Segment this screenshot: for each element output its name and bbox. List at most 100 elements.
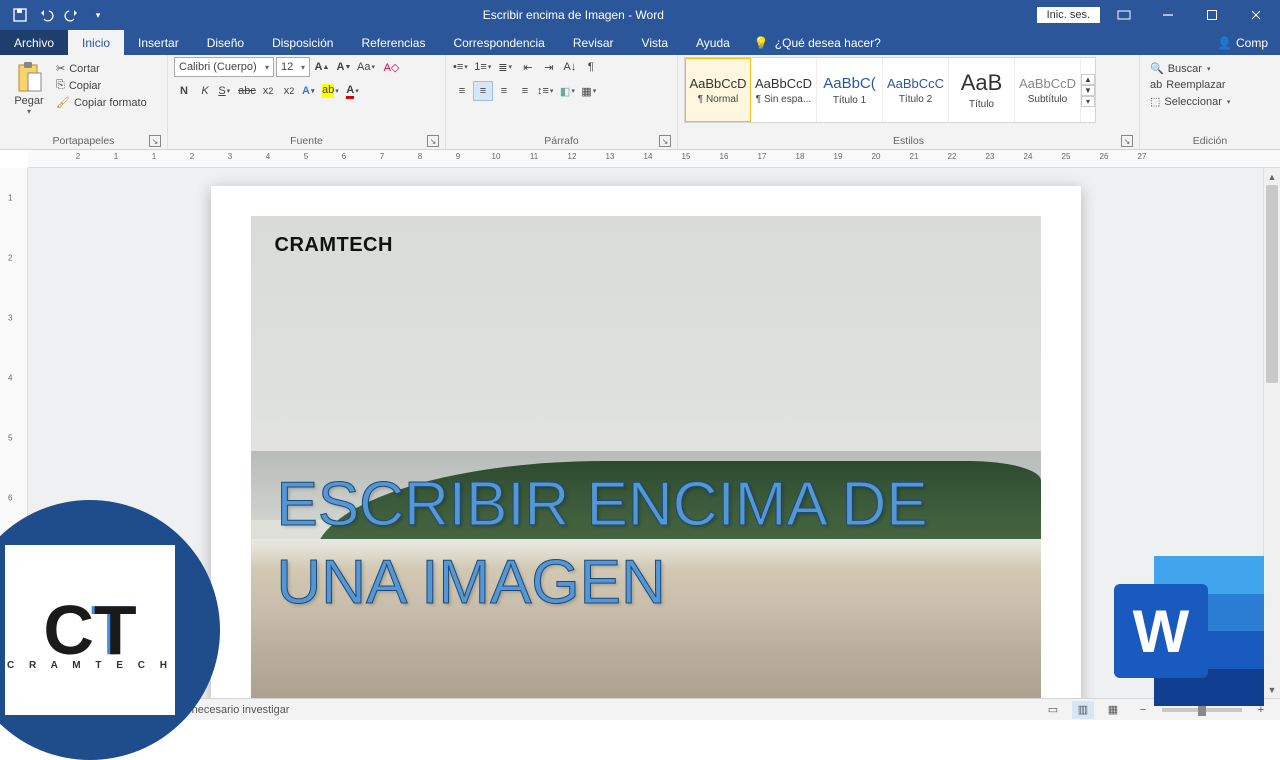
shading-button[interactable]: ◧▾: [559, 81, 579, 101]
vertical-scrollbar[interactable]: ▲ ▼: [1263, 168, 1280, 698]
style-title[interactable]: AaBTítulo: [949, 58, 1015, 122]
tell-me-search[interactable]: 💡 ¿Qué desea hacer?: [744, 30, 891, 55]
editing-group-label: Edición: [1193, 135, 1227, 147]
borders-button[interactable]: ▦▾: [580, 81, 600, 101]
tab-references[interactable]: Referencias: [347, 30, 439, 55]
line-spacing-button[interactable]: ↕≡▾: [536, 81, 558, 101]
tab-design[interactable]: Diseño: [193, 30, 258, 55]
styles-up-icon[interactable]: ▲: [1081, 74, 1095, 85]
tab-layout[interactable]: Disposición: [258, 30, 347, 55]
styles-launcher-icon[interactable]: ↘: [1121, 135, 1133, 147]
clipboard-group-label: Portapapeles: [53, 135, 115, 147]
word-logo: W: [1114, 556, 1264, 706]
paragraph-launcher-icon[interactable]: ↘: [659, 135, 671, 147]
ribbon: Pegar ▾ ✂Cortar ⎘Copiar 🖌Copiar formato …: [0, 55, 1280, 150]
select-button[interactable]: ⬚Seleccionar▾: [1146, 94, 1238, 109]
tab-file[interactable]: Archivo: [0, 30, 68, 55]
shrink-font-button[interactable]: A▼: [334, 57, 354, 77]
decrease-indent-button[interactable]: ⇤: [518, 57, 538, 77]
align-right-button[interactable]: ≡: [494, 81, 514, 101]
sign-in-button[interactable]: Inic. ses.: [1037, 7, 1100, 23]
clipboard-launcher-icon[interactable]: ↘: [149, 135, 161, 147]
tab-view[interactable]: Vista: [628, 30, 682, 55]
minimize-icon[interactable]: [1148, 0, 1188, 30]
tab-help[interactable]: Ayuda: [682, 30, 744, 55]
page: CRAMTECH ESCRIBIR ENCIMA DE UNA IMAGEN: [211, 186, 1081, 698]
tab-mailings[interactable]: Correspondencia: [439, 30, 558, 55]
paste-button[interactable]: Pegar ▾: [6, 57, 52, 116]
bullets-button[interactable]: •≡▾: [452, 57, 472, 77]
styles-down-icon[interactable]: ▼: [1081, 85, 1095, 96]
print-layout-icon[interactable]: ▥: [1072, 701, 1094, 719]
overlay-wordart[interactable]: ESCRIBIR ENCIMA DE UNA IMAGEN: [277, 466, 928, 621]
inserted-image[interactable]: CRAMTECH ESCRIBIR ENCIMA DE UNA IMAGEN: [251, 216, 1041, 698]
qat-customize-icon[interactable]: ▾: [86, 3, 110, 27]
title-bar: ▾ Escribir encima de Imagen - Word Inic.…: [0, 0, 1280, 30]
share-icon: 👤: [1217, 36, 1232, 50]
style-heading1[interactable]: AaBbC(Título 1: [817, 58, 883, 122]
italic-button[interactable]: K: [195, 81, 215, 101]
image-watermark-text: CRAMTECH: [275, 234, 393, 257]
replace-button[interactable]: abReemplazar: [1146, 78, 1230, 92]
copy-button[interactable]: ⎘Copiar: [52, 78, 151, 93]
search-icon: 🔍: [1150, 62, 1164, 75]
sort-button[interactable]: A↓: [560, 57, 580, 77]
strikethrough-button[interactable]: abc: [237, 81, 257, 101]
style-subtitle[interactable]: AaBbCcDSubtítulo: [1015, 58, 1081, 122]
align-left-button[interactable]: ≡: [452, 81, 472, 101]
style-no-spacing[interactable]: AaBbCcD¶ Sin espa...: [751, 58, 817, 122]
numbering-button[interactable]: 1≡▾: [473, 57, 496, 77]
maximize-icon[interactable]: [1192, 0, 1232, 30]
brush-icon: 🖌: [56, 96, 70, 109]
format-painter-button[interactable]: 🖌Copiar formato: [52, 95, 151, 110]
tab-review[interactable]: Revisar: [559, 30, 628, 55]
increase-indent-button[interactable]: ⇥: [539, 57, 559, 77]
font-name-combo[interactable]: Calibri (Cuerpo)▾: [174, 57, 274, 77]
cut-button[interactable]: ✂Cortar: [52, 61, 151, 76]
clear-formatting-button[interactable]: A◇: [381, 57, 401, 77]
save-icon[interactable]: [8, 3, 32, 27]
subscript-button[interactable]: x2: [258, 81, 278, 101]
lightbulb-icon: 💡: [754, 36, 769, 50]
change-case-button[interactable]: Aa▾: [356, 57, 379, 77]
scroll-thumb[interactable]: [1266, 185, 1278, 383]
font-size-combo[interactable]: 12▾: [276, 57, 310, 77]
underline-button[interactable]: S▾: [216, 81, 236, 101]
ribbon-tabs: Archivo Inicio Insertar Diseño Disposici…: [0, 30, 1280, 55]
font-color-button[interactable]: A▾: [344, 81, 364, 101]
cursor-icon: ⬚: [1150, 95, 1160, 108]
share-button[interactable]: 👤Comp: [1205, 30, 1280, 55]
window-title: Escribir encima de Imagen - Word: [110, 8, 1037, 22]
copy-icon: ⎘: [56, 79, 65, 92]
undo-icon[interactable]: [34, 3, 58, 27]
close-icon[interactable]: [1236, 0, 1276, 30]
horizontal-ruler[interactable]: 2112345678910111213141516171819202122232…: [28, 150, 1280, 168]
bold-button[interactable]: N: [174, 81, 194, 101]
show-marks-button[interactable]: ¶: [581, 57, 601, 77]
align-center-button[interactable]: ≡: [473, 81, 493, 101]
find-button[interactable]: 🔍Buscar▾: [1146, 61, 1218, 76]
superscript-button[interactable]: x2: [279, 81, 299, 101]
zoom-slider[interactable]: [1162, 708, 1242, 712]
scissors-icon: ✂: [56, 62, 65, 75]
text-effects-button[interactable]: A▾: [300, 81, 320, 101]
tab-home[interactable]: Inicio: [68, 30, 124, 55]
scroll-down-icon[interactable]: ▼: [1264, 681, 1280, 698]
read-mode-icon[interactable]: ▭: [1042, 701, 1064, 719]
style-normal[interactable]: AaBbCcD¶ Normal: [685, 58, 751, 122]
ribbon-display-icon[interactable]: [1104, 0, 1144, 30]
styles-gallery[interactable]: AaBbCcD¶ Normal AaBbCcD¶ Sin espa... AaB…: [684, 57, 1096, 123]
tab-insert[interactable]: Insertar: [124, 30, 193, 55]
multilevel-button[interactable]: ≣▾: [497, 57, 517, 77]
font-launcher-icon[interactable]: ↘: [427, 135, 439, 147]
highlight-button[interactable]: ab▾: [321, 81, 343, 101]
style-heading2[interactable]: AaBbCcCTítulo 2: [883, 58, 949, 122]
styles-more-icon[interactable]: ▾: [1081, 96, 1095, 107]
tell-me-label: ¿Qué desea hacer?: [775, 36, 881, 50]
grow-font-button[interactable]: A▲: [312, 57, 332, 77]
paragraph-group-label: Párrafo: [544, 135, 578, 147]
redo-icon[interactable]: [60, 3, 84, 27]
replace-icon: ab: [1150, 79, 1162, 91]
justify-button[interactable]: ≡: [515, 81, 535, 101]
scroll-up-icon[interactable]: ▲: [1264, 168, 1280, 185]
